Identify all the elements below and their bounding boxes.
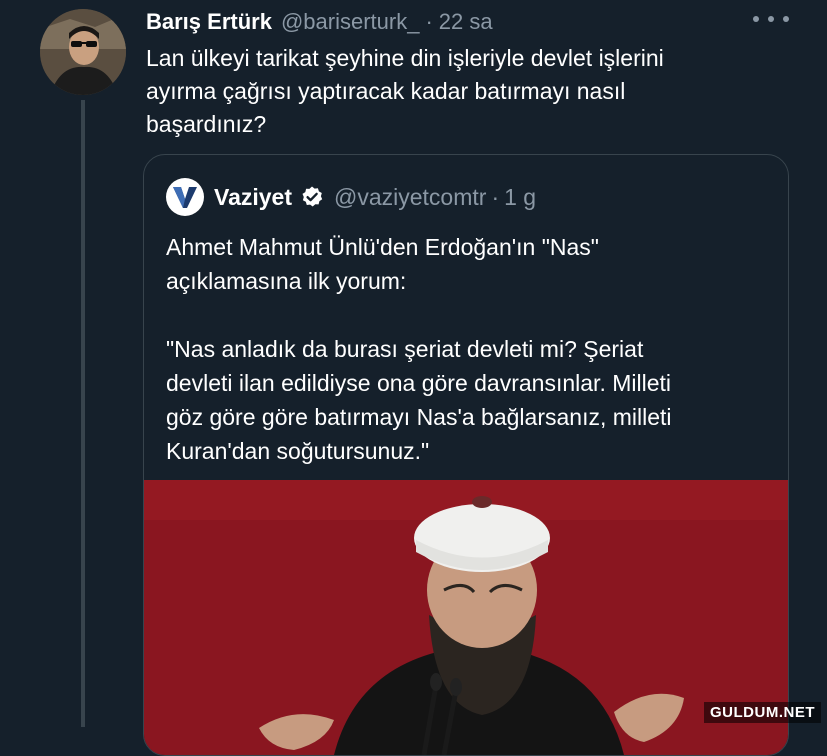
quoted-tweet-timestamp[interactable]: 1 g <box>504 184 536 211</box>
quoted-tweet-media[interactable] <box>144 480 788 755</box>
author-name[interactable]: Barış Ertürk <box>146 9 272 35</box>
tweet-text: Lan ülkeyi tarikat şeyhine din işleriyle… <box>146 45 664 137</box>
tweet-header: Barış Ertürk @bariserturk_ · 22 sa <box>146 8 493 36</box>
time-separator: · <box>425 9 433 34</box>
quoted-author-name[interactable]: Vaziyet <box>214 184 292 211</box>
verified-badge-icon <box>302 186 323 207</box>
quoted-tweet-text: Ahmet Mahmut Ünlü'den Erdoğan'ın "Nas" a… <box>166 234 672 464</box>
vaziyet-logo[interactable] <box>166 178 204 216</box>
author-avatar[interactable] <box>40 9 126 95</box>
more-dot <box>768 16 774 22</box>
quoted-tweet-header: Vaziyet @vaziyetcomtr · 1 g <box>166 177 536 217</box>
more-horizontal-icon[interactable] <box>753 9 789 29</box>
site-watermark: GULDUM.NET <box>704 702 821 723</box>
tweet-timestamp[interactable]: 22 sa <box>439 9 493 35</box>
thread-connector-line <box>81 100 85 727</box>
media-photo <box>144 480 788 755</box>
avatar-photo <box>40 9 126 95</box>
quoted-tweet-card[interactable]: Vaziyet @vaziyetcomtr · 1 g Ahmet Mahmut… <box>143 154 789 756</box>
quoted-time-separator: · <box>491 183 500 210</box>
vaziyet-logo-mark <box>173 187 197 208</box>
quoted-author-handle[interactable]: @vaziyetcomtr <box>334 184 486 211</box>
more-dot <box>753 16 759 22</box>
author-handle[interactable]: @bariserturk_ <box>281 9 420 35</box>
more-dot <box>783 16 789 22</box>
